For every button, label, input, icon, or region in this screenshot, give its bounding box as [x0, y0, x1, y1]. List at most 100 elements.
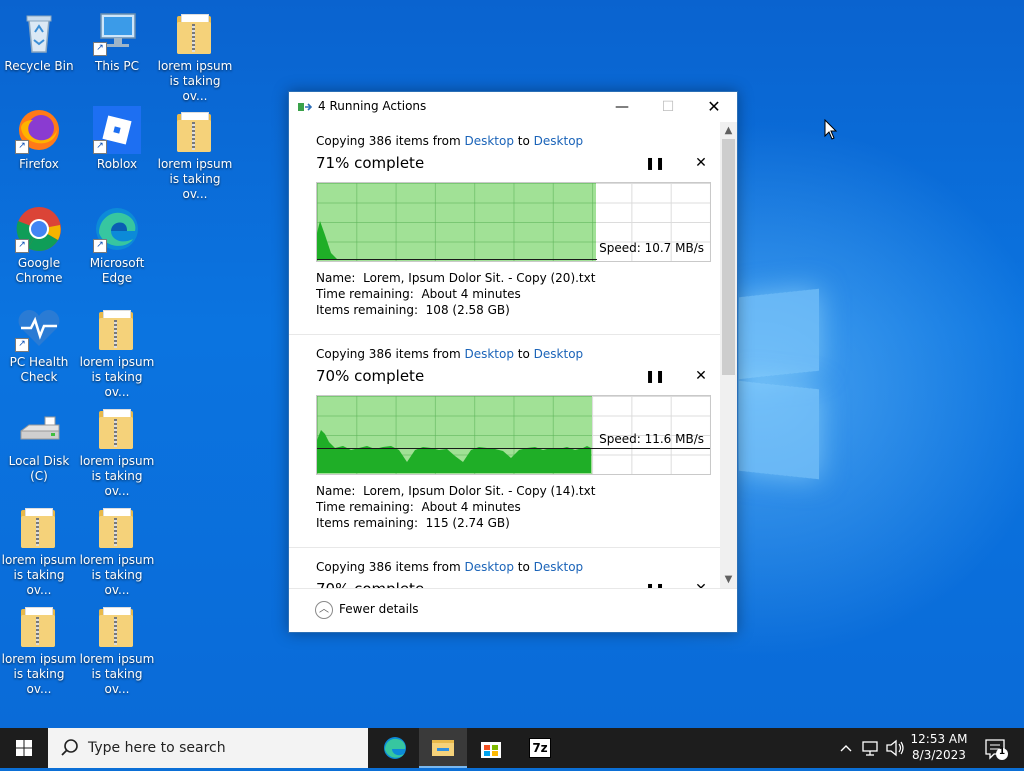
- speed-graph: Speed: 10.7 MB/s: [316, 182, 711, 262]
- desktop-icon-folder[interactable]: lorem ipsum is taking ov...: [78, 403, 156, 499]
- taskbar-clock[interactable]: 12:53 AM 8/3/2023: [900, 731, 978, 763]
- cancel-icon[interactable]: ✕: [693, 368, 709, 384]
- desktop-icon-label: Firefox: [19, 157, 59, 171]
- items-label: Items remaining:: [316, 516, 419, 530]
- copy-operation: Copying 386 items from Desktop to Deskto…: [289, 122, 720, 335]
- time-row: Time remaining: About 4 minutes: [316, 286, 595, 302]
- pause-icon[interactable]: ❚❚: [645, 369, 665, 385]
- items-row: Items remaining: 115 (2.74 GB): [316, 515, 595, 531]
- source-link[interactable]: Desktop: [464, 347, 514, 361]
- scroll-down-icon[interactable]: ▼: [720, 571, 737, 588]
- shortcut-arrow-icon: ↗: [15, 140, 29, 154]
- desktop-icon-microsoft-edge[interactable]: ↗ Microsoft Edge: [78, 205, 156, 286]
- desktop-icon-local-disk[interactable]: Local Disk (C): [0, 403, 78, 484]
- taskbar-edge[interactable]: [371, 728, 419, 768]
- taskbar-7zip[interactable]: 7z: [515, 728, 563, 768]
- percent-complete: 70% complete: [316, 367, 425, 385]
- start-button[interactable]: [0, 728, 48, 768]
- fewer-details-button[interactable]: Fewer details: [339, 602, 419, 616]
- name-row: Name: Lorem, Ipsum Dolor Sit. - Copy (14…: [316, 483, 595, 499]
- desktop-icon-folder[interactable]: lorem ipsum is taking ov...: [78, 601, 156, 697]
- operation-details: Name: Lorem, Ipsum Dolor Sit. - Copy (14…: [316, 483, 595, 531]
- copy-operation: Copying 386 items from Desktop to Deskto…: [289, 335, 720, 548]
- operation-header: Copying 386 items from Desktop to Deskto…: [316, 134, 583, 148]
- operations-list: Copying 386 items from Desktop to Deskto…: [289, 122, 720, 588]
- desktop-icon-folder[interactable]: lorem ipsum is taking ov...: [0, 601, 78, 697]
- scroll-thumb[interactable]: [722, 139, 735, 375]
- destination-link[interactable]: Desktop: [534, 134, 584, 148]
- network-icon: [862, 741, 878, 756]
- desktop-icon-label: PC Health Check: [9, 355, 69, 384]
- items-value: 108 (2.58 GB): [425, 303, 510, 317]
- folder-icon: [21, 508, 55, 548]
- edge-icon: [384, 737, 406, 759]
- file-explorer-icon: [432, 740, 454, 756]
- desktop-icon-firefox[interactable]: ↗ Firefox: [0, 106, 78, 172]
- notification-center-button[interactable]: 1: [980, 728, 1020, 768]
- folder-icon: [99, 310, 133, 350]
- scroll-up-icon[interactable]: ▲: [720, 122, 737, 139]
- desktop-icon-this-pc[interactable]: ↗ This PC: [78, 8, 156, 74]
- items-value: 115 (2.74 GB): [425, 516, 510, 530]
- mouse-cursor-icon: [824, 119, 838, 140]
- network-button[interactable]: [860, 728, 882, 768]
- source-link[interactable]: Desktop: [464, 560, 514, 574]
- header-to: to: [517, 347, 530, 361]
- desktop-icon-google-chrome[interactable]: ↗ Google Chrome: [0, 205, 78, 286]
- desktop-icon-roblox[interactable]: ↗ Roblox: [78, 106, 156, 172]
- desktop-icon-label: This PC: [95, 59, 139, 73]
- desktop-icon-folder[interactable]: lorem ipsum is taking ov...: [78, 304, 156, 400]
- chevron-up-icon[interactable]: ︿: [315, 601, 333, 619]
- header-text: Copying 386 items from: [316, 134, 461, 148]
- dialog-titlebar[interactable]: 4 Running Actions — ☐ ✕: [289, 92, 737, 122]
- name-value: Lorem, Ipsum Dolor Sit. - Copy (20).txt: [363, 271, 596, 285]
- file-operation-dialog: 4 Running Actions — ☐ ✕ Copying 386 item…: [288, 91, 738, 633]
- clock-date: 8/3/2023: [912, 748, 966, 762]
- taskbar-microsoft-store[interactable]: [467, 728, 515, 768]
- destination-link[interactable]: Desktop: [534, 560, 584, 574]
- shortcut-arrow-icon: ↗: [93, 42, 107, 56]
- close-button[interactable]: ✕: [691, 92, 737, 122]
- recycle-bin-icon: [26, 15, 52, 53]
- percent-complete: 71% complete: [316, 154, 425, 172]
- desktop-icon-folder[interactable]: lorem ipsum is taking ov...: [156, 106, 234, 202]
- folder-icon: [21, 607, 55, 647]
- source-link[interactable]: Desktop: [464, 134, 514, 148]
- desktop-icon-folder[interactable]: lorem ipsum is taking ov...: [78, 502, 156, 598]
- desktop-icon-pc-health-check[interactable]: ↗ PC Health Check: [0, 304, 78, 385]
- cancel-icon[interactable]: ✕: [693, 581, 709, 588]
- maximize-button[interactable]: ☐: [645, 92, 691, 122]
- name-label: Name:: [316, 484, 356, 498]
- search-placeholder: Type here to search: [88, 740, 226, 756]
- desktop-icon-label: lorem ipsum is taking ov...: [157, 157, 233, 201]
- time-value: About 4 minutes: [421, 287, 521, 301]
- time-value: About 4 minutes: [421, 500, 521, 514]
- items-label: Items remaining:: [316, 303, 419, 317]
- taskbar-search-box[interactable]: Type here to search: [48, 728, 368, 768]
- name-value: Lorem, Ipsum Dolor Sit. - Copy (14).txt: [363, 484, 596, 498]
- folder-icon: [99, 409, 133, 449]
- desktop-icon-folder[interactable]: lorem ipsum is taking ov...: [0, 502, 78, 598]
- pause-icon[interactable]: ❚❚: [645, 156, 665, 172]
- show-hidden-icons-button[interactable]: [836, 728, 856, 768]
- desktop-icon-folder[interactable]: lorem ipsum is taking ov...: [156, 8, 234, 104]
- desktop-icon-recycle-bin[interactable]: Recycle Bin: [0, 8, 78, 74]
- cancel-icon[interactable]: ✕: [693, 155, 709, 171]
- header-text: Copying 386 items from: [316, 560, 461, 574]
- header-to: to: [517, 560, 530, 574]
- desktop-icon-label: lorem ipsum is taking ov...: [79, 652, 155, 696]
- operation-header: Copying 386 items from Desktop to Deskto…: [316, 347, 583, 361]
- destination-link[interactable]: Desktop: [534, 347, 584, 361]
- desktop-icon-label: lorem ipsum is taking ov...: [79, 553, 155, 597]
- speed-label: Speed: 11.6 MB/s: [599, 432, 704, 446]
- chevron-up-icon: [840, 745, 852, 752]
- vertical-scrollbar[interactable]: ▲ ▼: [720, 122, 737, 588]
- microsoft-store-icon: [481, 742, 501, 758]
- windows-start-icon: [16, 740, 32, 756]
- speed-label: Speed: 10.7 MB/s: [599, 241, 704, 255]
- operation-details: Name: Lorem, Ipsum Dolor Sit. - Copy (20…: [316, 270, 595, 318]
- minimize-button[interactable]: —: [599, 92, 645, 122]
- shortcut-arrow-icon: ↗: [15, 338, 29, 352]
- shortcut-arrow-icon: ↗: [93, 239, 107, 253]
- taskbar-file-explorer[interactable]: [419, 728, 467, 768]
